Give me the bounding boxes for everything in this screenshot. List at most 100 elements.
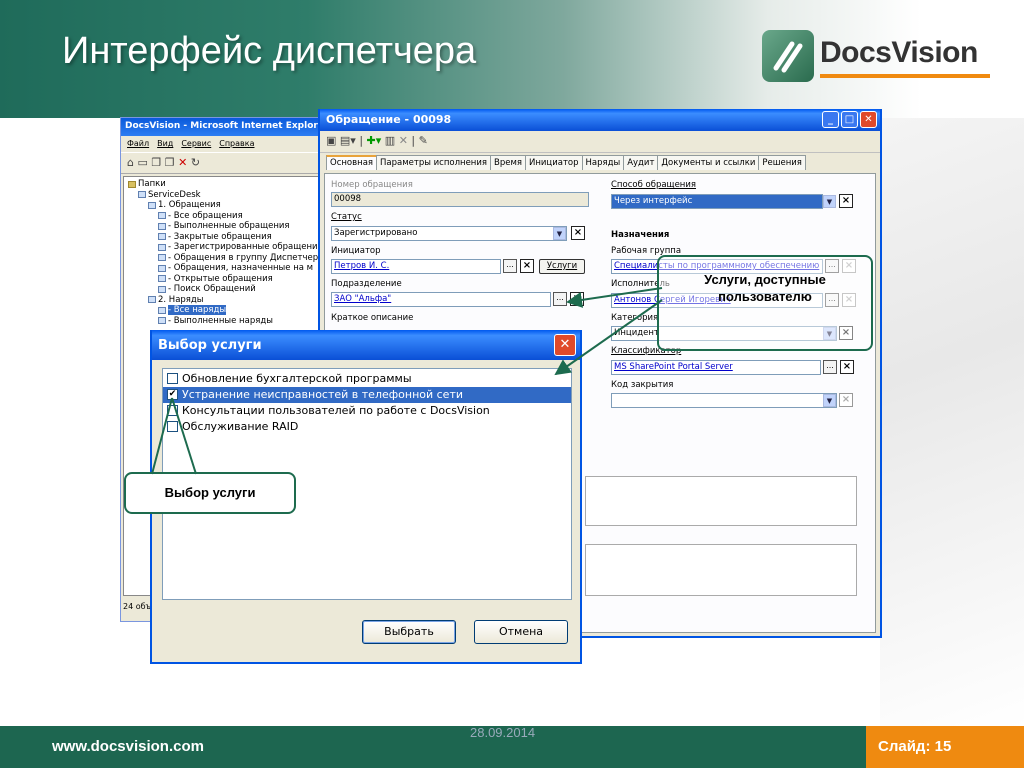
maximize-button[interactable]: □ [841, 111, 858, 128]
service-list-item[interactable]: Обслуживание RAID [163, 419, 571, 435]
classifier-browse-button[interactable]: ... [823, 360, 837, 374]
tree-item[interactable]: 1. Обращения [128, 200, 324, 211]
services-button[interactable]: Услуги [539, 259, 585, 274]
tool-icon[interactable]: ✎ [419, 134, 428, 147]
tab-item[interactable]: Параметры исполнения [376, 155, 491, 170]
tree-item[interactable]: Папки [128, 179, 324, 190]
cancel-button[interactable]: Отмена [474, 620, 568, 644]
tab-item[interactable]: Документы и ссылки [657, 155, 760, 170]
menu-service[interactable]: Сервис [181, 139, 211, 148]
tree-item[interactable]: - Зарегистрированные обращения [128, 242, 324, 253]
print-icon[interactable]: ▤▾ [340, 134, 356, 147]
initiator-browse-button[interactable]: ... [503, 259, 517, 273]
select-button[interactable]: Выбрать [362, 620, 456, 644]
delete-icon[interactable]: ✕ [178, 156, 187, 169]
classifier-field[interactable]: MS SharePoint Portal Server [611, 360, 821, 375]
tab-item[interactable]: Инициатор [524, 155, 583, 170]
chevron-down-icon[interactable]: ▼ [553, 227, 566, 240]
menu-help[interactable]: Справка [219, 139, 254, 148]
service-checkbox[interactable]: ✔ [167, 388, 178, 400]
service-checkbox[interactable] [167, 404, 178, 416]
method-field[interactable]: Через интерфейс [611, 194, 823, 209]
ie-title-bar[interactable]: DocsVision - Microsoft Internet Explorer [121, 118, 329, 136]
service-item-label: Обслуживание RAID [182, 420, 299, 433]
ie-toolbar: ⌂ ▭ ❐ ❐ ✕ ↻ [121, 152, 329, 174]
home-icon[interactable]: ⌂ [127, 156, 134, 169]
close-button[interactable]: ✕ [860, 111, 877, 128]
service-list-item[interactable]: Обновление бухгалтерской программы [163, 371, 571, 387]
tree-item-label: - Поиск Обращений [168, 284, 256, 294]
tree-item[interactable]: - Выполненные обращения [128, 221, 324, 232]
notes-area[interactable] [585, 544, 857, 596]
tree-item-label: ServiceDesk [148, 189, 201, 200]
tree-item-label: - Выполненные наряды [168, 315, 273, 326]
slide-number: Слайд: 15 [866, 726, 1024, 768]
clear-classifier-button[interactable]: × [840, 360, 854, 374]
request-title-bar[interactable]: Обращение - 00098 _ □ ✕ [320, 109, 880, 131]
tree-item-label: - Обращения в группу Диспетчер [168, 252, 319, 263]
tab-item[interactable]: Наряды [581, 155, 625, 170]
request-toolbar: ▣ ▤▾ | ✚▾ ▥ ✕ | ✎ [320, 131, 880, 153]
add-icon[interactable]: ✚▾ [367, 134, 382, 147]
clear-division-button[interactable]: × [570, 292, 584, 306]
tree-item[interactable]: - Выполненные наряды [128, 316, 324, 327]
folder-icon [128, 180, 136, 188]
tab-item[interactable]: Время [490, 155, 526, 170]
service-list-item[interactable]: ✔ Устранение неисправностей в телефонной … [163, 387, 571, 403]
tree-item[interactable]: - Поиск Обращений [128, 284, 324, 295]
chevron-down-icon[interactable]: ▼ [823, 394, 836, 407]
slide-title: Интерфейс диспетчера [62, 30, 477, 72]
refresh-icon[interactable]: ↻ [191, 156, 200, 169]
service-dialog-title-bar[interactable]: Выбор услуги ✕ [152, 330, 580, 360]
paste-icon[interactable]: ❐ [165, 156, 175, 169]
initiator-label: Инициатор [331, 246, 381, 256]
close-code-field[interactable] [611, 393, 837, 408]
delete-icon[interactable]: ✕ [399, 134, 408, 147]
tree-item-label: - Все обращения [168, 210, 243, 221]
tree-item[interactable]: - Закрытые обращения [128, 232, 324, 243]
tree-item[interactable]: - Обращения, назначенные на м [128, 263, 324, 274]
minimize-button[interactable]: _ [822, 111, 839, 128]
chevron-down-icon[interactable]: ▼ [823, 195, 836, 208]
callout-services-available-text: Услуги, доступные пользователю [704, 272, 826, 304]
close-icon[interactable]: ✕ [554, 334, 576, 356]
logo-mark-icon [762, 30, 814, 82]
service-list-item[interactable]: Консультации пользователей по работе с D… [163, 403, 571, 419]
tree-item[interactable]: 2. Наряды [128, 295, 324, 306]
callout-service-choice: Выбор услуги [124, 472, 296, 514]
tree-item[interactable]: - Все обращения [128, 211, 324, 222]
tab-item[interactable]: Аудит [623, 155, 659, 170]
short-desc-label: Краткое описание [331, 313, 414, 323]
save-icon[interactable]: ▣ [326, 134, 336, 147]
service-checkbox[interactable] [167, 420, 178, 432]
status-field[interactable]: Зарегистрировано [331, 226, 567, 241]
copy-icon[interactable]: ❐ [151, 156, 161, 169]
view-icon [158, 264, 166, 272]
assignment-heading: Назначения [611, 230, 670, 240]
tree-item[interactable]: ServiceDesk [128, 190, 324, 201]
clear-initiator-button[interactable]: × [520, 259, 534, 273]
initiator-field[interactable]: Петров И. С. [331, 259, 501, 274]
folder-icon[interactable]: ▭ [137, 156, 147, 169]
close-code-label: Код закрытия [611, 380, 674, 390]
footer-url[interactable]: www.docsvision.com [52, 738, 204, 755]
clear-method-button[interactable]: × [839, 194, 853, 208]
number-label: Номер обращения [331, 180, 413, 190]
clear-close-code-button[interactable]: × [839, 393, 853, 407]
tree-item-label: - Выполненные обращения [168, 221, 290, 231]
tree-item[interactable]: - Все наряды [128, 305, 324, 316]
tab-item[interactable]: Решения [758, 155, 806, 170]
clear-status-button[interactable]: × [571, 226, 585, 240]
tab-item[interactable]: Основная [326, 155, 378, 170]
tree-item[interactable]: - Обращения в группу Диспетчер [128, 253, 324, 264]
view-icon [158, 243, 166, 251]
division-field[interactable]: ЗАО "Альфа" [331, 292, 551, 307]
service-checkbox[interactable] [167, 372, 178, 384]
menu-view[interactable]: Вид [157, 139, 173, 148]
view-icon [158, 254, 166, 261]
edit-icon[interactable]: ▥ [385, 134, 395, 147]
menu-file[interactable]: Файл [127, 139, 149, 148]
tree-item[interactable]: - Открытые обращения [128, 274, 324, 285]
division-browse-button[interactable]: ... [553, 292, 567, 306]
description-area[interactable] [585, 476, 857, 526]
